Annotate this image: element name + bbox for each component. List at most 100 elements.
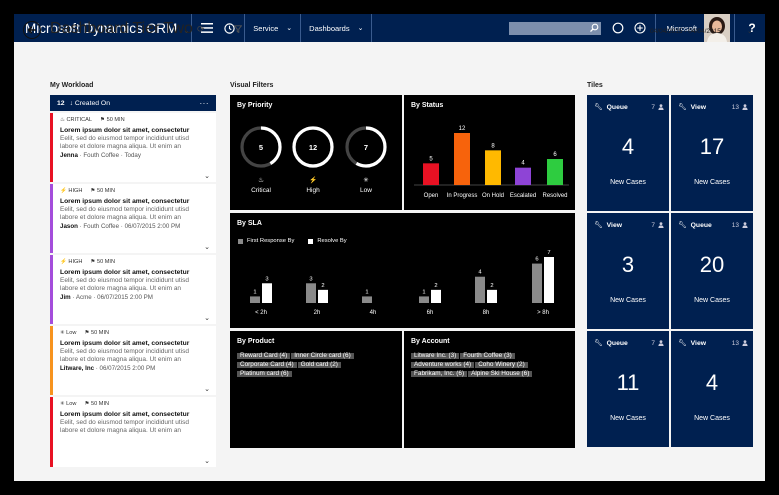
priority-donut[interactable]: 7 ✳ Low — [345, 126, 387, 194]
workload-card[interactable]: ♨ CRITICAL ⚑ 50 MIN Lorem ipsum dolor sit … — [50, 113, 216, 182]
sla-resolve-by-bar[interactable] — [487, 289, 497, 303]
case-tile[interactable]: 🔧︎ View 13 17 New Cases — [671, 95, 753, 211]
case-tile[interactable]: 🔧︎ Queue 13 20 New Cases — [671, 213, 753, 329]
person-icon — [658, 104, 664, 110]
tile-count: 13 — [731, 339, 739, 347]
status-bar[interactable] — [547, 159, 563, 185]
card-owner[interactable]: Jason — [60, 223, 78, 230]
workload-card[interactable]: ✳ Low ⚑ 50 MIN Lorem ipsum dolor sit amet,… — [50, 397, 216, 467]
by-sla-chart[interactable]: 1 3 < 2h 3 2 2h 1 4h 1 2 6h 4 2 8h 6 7 > 8h — [230, 213, 575, 328]
chevron-down-icon[interactable]: ⌄ — [747, 27, 752, 35]
sla-resolve-by-bar[interactable] — [318, 289, 328, 303]
status-bar[interactable] — [454, 133, 470, 185]
workload-card[interactable]: ✳ Low ⚑ 50 MIN Lorem ipsum dolor sit amet,… — [50, 326, 216, 395]
dashboard-selector-chevron-icon[interactable]: ⌄ — [183, 26, 190, 35]
nav-divider — [244, 14, 246, 42]
search-icon[interactable] — [589, 23, 599, 33]
chevron-down-icon[interactable]: ⌄ — [354, 24, 368, 32]
filter-pill[interactable]: Litware Inc. (3) — [411, 352, 460, 359]
nav-section-dashboards[interactable]: Dashboards — [305, 24, 353, 33]
bar-category-label: 6h — [427, 310, 434, 316]
tile-count: 7 — [651, 103, 655, 111]
sort-by-created-on[interactable]: ↓ Created On — [70, 100, 110, 107]
card-title[interactable]: Lorem ipsum dolor sit amet, consectetur — [60, 340, 210, 348]
chevron-down-icon[interactable]: ⌄ — [204, 243, 210, 251]
chevron-down-icon[interactable]: ⌄ — [204, 457, 210, 465]
card-title[interactable]: Lorem ipsum dolor sit amet, consectetur — [60, 127, 210, 135]
filter-pill[interactable]: Adventure works (4) — [411, 361, 475, 368]
card-body-line: Eelit, sed do eiusmod tempor incididunt … — [60, 206, 189, 213]
workload-card[interactable]: ⚡ HIGH ⚑ 50 MIN Lorem ipsum dolor sit amet… — [50, 255, 216, 324]
filter-pill[interactable]: Fourth Coffee (3) — [460, 352, 515, 359]
chevron-down-icon[interactable]: ⌄ — [282, 24, 296, 32]
snowflake-icon: ✳ — [60, 330, 65, 336]
case-tile[interactable]: 🔧︎ Queue 7 11 New Cases — [587, 331, 669, 447]
bar-category-label: On Hold — [482, 193, 504, 199]
nav-area-service[interactable]: Service — [249, 24, 282, 33]
lightning-icon: ⚡ — [60, 259, 67, 265]
card-meta: ✳ Low ⚑ 50 MIN — [60, 401, 210, 407]
bar-category-label: < 2h — [255, 310, 267, 316]
priority-donut[interactable]: 12 ⚡ High — [292, 126, 334, 194]
filter-pill[interactable]: Coho Winery (2) — [475, 361, 528, 368]
status-bar[interactable] — [485, 150, 501, 185]
card-title[interactable]: Lorem ipsum dolor sit amet, consectetur — [60, 411, 210, 419]
workload-card[interactable]: ⚡ HIGH ⚑ 50 MIN Lorem ipsum dolor sit amet… — [50, 184, 216, 253]
sla-first-response-bar[interactable] — [250, 296, 260, 303]
nav-divider — [734, 14, 735, 42]
sla-resolve-by-bar[interactable] — [431, 289, 441, 303]
card-owner[interactable]: Jenna — [60, 152, 78, 159]
by-product-title: By Product — [237, 338, 275, 345]
priority-label: Low — [66, 401, 77, 407]
refresh-icon[interactable]: ⟳ — [197, 24, 205, 35]
status-bar[interactable] — [423, 163, 439, 185]
chevron-down-icon[interactable]: ⌄ — [204, 172, 210, 180]
date-range-selector[interactable]: 04/04/2015 - 04/04/2015 — [650, 28, 721, 35]
assistant-circle-icon[interactable] — [607, 22, 629, 34]
card-body-line: labore et dolore magna aliqua. Ut enim a… — [60, 285, 182, 292]
chevron-down-icon[interactable]: ⌄ — [204, 314, 210, 322]
sla-resolve-by-bar[interactable] — [544, 257, 554, 303]
filter-pill[interactable]: Platinum card (6) — [237, 370, 292, 377]
filter-pill[interactable]: Reward Card (4) — [237, 352, 291, 359]
sla-first-response-bar[interactable] — [362, 296, 372, 303]
card-meta: ⚡ HIGH ⚑ 50 MIN — [60, 259, 210, 265]
filter-pill[interactable]: Alpine Ski House (6) — [468, 370, 533, 377]
tile-number: 4 — [621, 134, 635, 159]
by-status-chart[interactable]: 5 Open 12 In Progress 8 On Hold 4 Escalated 6 Res… — [404, 95, 575, 210]
by-priority-chart[interactable]: 5 ♨ Critical 12 ⚡ High 7 ✳ Low — [230, 95, 402, 210]
filter-pill[interactable]: Corporate Card (4) — [237, 361, 297, 368]
card-footer-text: · Fouth Coffee · Today — [79, 152, 141, 159]
card-owner[interactable]: Litware, Inc — [60, 365, 94, 372]
tile-kind: Queue — [690, 221, 712, 229]
priority-label: HIGH — [68, 188, 83, 194]
global-search-input[interactable] — [508, 21, 601, 35]
sla-resolve-by-bar[interactable] — [262, 283, 272, 303]
case-tile[interactable]: 🔧︎ View 13 4 New Cases — [671, 331, 753, 447]
sla-first-response-bar[interactable] — [532, 263, 542, 303]
by-account-panel: By Account Litware Inc. (3) Fourth Coffee… — [404, 331, 575, 448]
tile-label: New Cases — [610, 179, 646, 186]
sla-first-response-bar[interactable] — [419, 296, 429, 303]
more-options-icon[interactable]: ··· — [200, 99, 210, 108]
filter-icon[interactable] — [233, 25, 243, 35]
sla-first-response-bar[interactable] — [475, 276, 485, 303]
back-button[interactable] — [23, 21, 41, 39]
status-bar[interactable] — [515, 167, 531, 185]
filter-pill[interactable]: Gold card (2) — [297, 361, 341, 368]
filter-pill[interactable]: Fabrikam, Inc. (6) — [411, 370, 468, 377]
card-body-line: Eelit, sed do eiusmod tempor incididunt … — [60, 135, 189, 142]
sla-first-response-bar[interactable] — [306, 283, 316, 303]
card-title[interactable]: Lorem ipsum dolor sit amet, consectetur — [60, 198, 210, 206]
case-tile[interactable]: 🔧︎ View 7 3 New Cases — [587, 213, 669, 329]
create-new-icon[interactable] — [629, 22, 651, 34]
wrench-icon: 🔧︎ — [594, 222, 603, 229]
tile-label: New Cases — [694, 415, 730, 422]
case-tile[interactable]: 🔧︎ Queue 7 4 New Cases — [587, 95, 669, 211]
card-title[interactable]: Lorem ipsum dolor sit amet, consectetur — [60, 269, 210, 277]
person-icon — [742, 340, 748, 346]
filter-pill[interactable]: Inner Circle card (6) — [291, 352, 354, 359]
card-owner[interactable]: Jim — [60, 294, 71, 301]
chevron-down-icon[interactable]: ⌄ — [204, 385, 210, 393]
priority-donut[interactable]: 5 ♨ Critical — [240, 126, 282, 194]
